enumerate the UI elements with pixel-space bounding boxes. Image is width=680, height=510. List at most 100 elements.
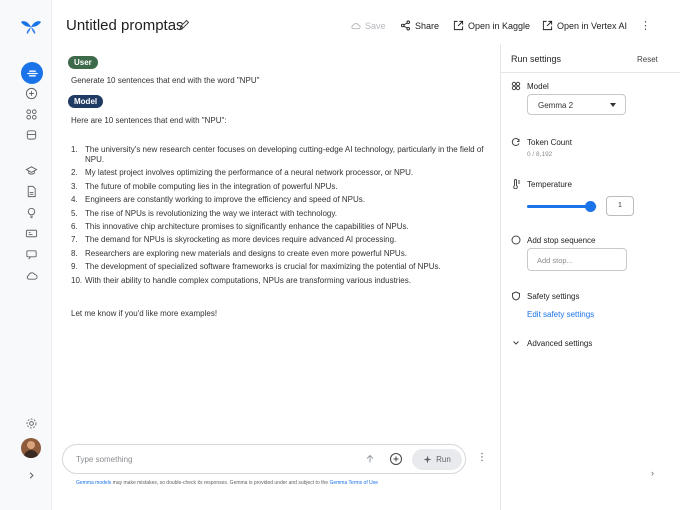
list-item-text: The demand for NPUs is skyrocketing as m…	[85, 235, 397, 245]
list-item: 5. The rise of NPUs is revolutionizing th…	[71, 209, 491, 219]
page-title[interactable]: Untitled promptas	[66, 17, 184, 34]
list-item-text: The development of specialized software …	[85, 262, 441, 272]
open-in-kaggle-button[interactable]: Open in Kaggle	[453, 20, 530, 31]
list-item-text: With their ability to handle complex com…	[85, 275, 411, 285]
share-label: Share	[415, 20, 440, 31]
save-label: Save	[365, 20, 386, 31]
reset-button[interactable]: Reset	[637, 55, 658, 64]
response-list: 1. The university's new research center f…	[71, 145, 491, 289]
list-item-number: 4.	[71, 195, 78, 205]
chevron-right-icon[interactable]	[20, 464, 42, 486]
run-settings-panel: Run settings Reset Model Gemma 2 Token C…	[500, 44, 680, 510]
vertex-label: Open in Vertex AI	[557, 20, 628, 31]
list-item-text: Engineers are constantly working to impr…	[85, 195, 365, 205]
panel-collapse-chevron-icon[interactable]: ›	[651, 468, 654, 478]
model-icon	[511, 81, 521, 91]
list-item: 1. The university's new research center f…	[71, 145, 491, 165]
list-item: 6. This innovative chip architecture prom…	[71, 222, 491, 232]
list-item-text: The rise of NPUs is revolutionizing the …	[85, 208, 337, 218]
list-item-number: 10.	[71, 275, 83, 285]
list-item: 8. Researchers are exploring new material…	[71, 249, 491, 259]
list-item-number: 7.	[71, 235, 78, 245]
top-header: Untitled promptas Save Share Open in Kag…	[52, 0, 680, 50]
advanced-settings-toggle[interactable]: Advanced settings	[511, 338, 592, 348]
divider	[501, 72, 680, 73]
forum-icon[interactable]	[20, 243, 42, 265]
user-role-chip: User	[68, 56, 98, 69]
list-item: 2. My latest project involves optimizing …	[71, 168, 491, 178]
disclaimer-text: may make mistakes, so double-check its r…	[111, 480, 330, 486]
cloud-icon[interactable]	[20, 264, 42, 286]
safety-label: Safety settings	[527, 291, 580, 301]
prompt-input-bar[interactable]: Type something Run	[62, 444, 466, 474]
list-item-number: 6.	[71, 221, 78, 231]
gemma-terms-link[interactable]: Gemma Terms of Use	[329, 480, 378, 486]
shield-icon	[512, 291, 520, 301]
open-external-icon	[453, 20, 464, 31]
temperature-input[interactable]: 1	[606, 196, 634, 216]
run-button[interactable]: Run	[412, 449, 462, 470]
stop-section-label: Add stop sequence	[511, 235, 596, 245]
gemma-models-link[interactable]: Gemma models	[76, 480, 111, 486]
gallery-icon[interactable]	[20, 222, 42, 244]
list-item-text: Researchers are exploring new materials …	[85, 248, 407, 258]
list-item: 7. The demand for NPUs is skyrocketing as…	[71, 235, 491, 245]
open-in-vertex-button[interactable]: Open in Vertex AI	[542, 20, 627, 31]
model-select[interactable]: Gemma 2	[527, 94, 626, 115]
apps-icon[interactable]	[20, 103, 42, 125]
prompt-more-icon[interactable]: ⋮	[477, 452, 487, 463]
avatar[interactable]	[21, 438, 41, 458]
stop-sequence-input[interactable]: Add stop...	[527, 248, 627, 271]
edit-safety-settings-link[interactable]: Edit safety settings	[527, 310, 594, 319]
list-item-number: 2.	[71, 168, 78, 178]
list-item-number: 3.	[71, 181, 78, 191]
list-item-number: 5.	[71, 208, 78, 218]
temperature-section-label: Temperature	[511, 179, 572, 189]
gemma-logo-icon[interactable]	[20, 19, 42, 35]
list-item: 9. The development of specialized softwar…	[71, 262, 491, 272]
user-message: Generate 10 sentences that end with the …	[71, 76, 260, 85]
model-label: Model	[527, 81, 549, 91]
edit-pencil-icon[interactable]	[178, 19, 190, 31]
temperature-slider[interactable]	[527, 201, 597, 212]
list-item-text: My latest project involves optimizing th…	[85, 168, 414, 178]
sparkle-icon	[423, 455, 432, 464]
list-item: 3. The future of mobile computing lies in…	[71, 182, 491, 192]
lightbulb-icon[interactable]	[20, 201, 42, 223]
list-item-text: The university's new research center foc…	[85, 145, 484, 164]
share-button[interactable]: Share	[400, 20, 439, 31]
token-label: Token Count	[527, 137, 572, 147]
token-section-label: Token Count	[511, 137, 572, 147]
settings-icon[interactable]	[20, 412, 42, 434]
list-item-text: This innovative chip architecture promis…	[85, 221, 409, 231]
list-item-text: The future of mobile computing lies in t…	[85, 181, 338, 191]
prompt-input[interactable]: Type something	[76, 455, 132, 464]
add-circle-icon[interactable]	[389, 452, 403, 466]
list-item: 4. Engineers are constantly working to im…	[71, 195, 491, 205]
save-button[interactable]: Save	[350, 20, 386, 31]
chat-area: User Generate 10 sentences that end with…	[52, 50, 500, 442]
library-icon[interactable]	[20, 123, 42, 145]
chevron-down-icon	[513, 341, 519, 345]
chat-prompt-icon[interactable]	[21, 62, 43, 84]
model-intro: Here are 10 sentences that end with "NPU…	[71, 116, 227, 125]
model-section-label: Model	[511, 81, 549, 91]
temperature-slider-thumb[interactable]	[585, 201, 596, 212]
school-icon[interactable]	[20, 159, 42, 181]
list-item: 10. With their ability to handle complex …	[71, 276, 491, 286]
temperature-label: Temperature	[527, 179, 572, 189]
list-item-number: 9.	[71, 262, 78, 272]
more-options-icon[interactable]: ⋮	[640, 19, 651, 32]
stop-label: Add stop sequence	[527, 235, 596, 245]
disclaimer: Gemma models may make mistakes, so doubl…	[76, 480, 378, 486]
docs-icon[interactable]	[20, 180, 42, 202]
left-rail	[0, 0, 52, 510]
save-cloud-icon	[351, 23, 361, 30]
add-icon[interactable]	[20, 82, 42, 104]
advanced-label: Advanced settings	[527, 338, 593, 348]
arrow-up-icon[interactable]	[365, 454, 375, 464]
list-item-number: 1.	[71, 145, 78, 154]
open-external-icon	[542, 20, 553, 31]
run-settings-title: Run settings	[511, 54, 562, 64]
stop-circle-icon	[511, 235, 521, 245]
